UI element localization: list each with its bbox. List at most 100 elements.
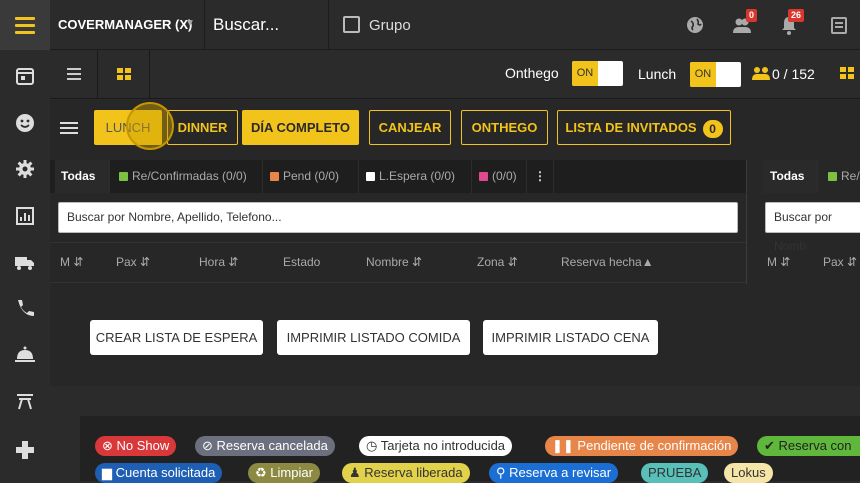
col-pax[interactable]: Pax ⇵: [116, 255, 150, 269]
divider: [328, 0, 329, 50]
x-circle-icon: ⊗: [102, 438, 113, 453]
global-search-input[interactable]: Buscar...: [213, 15, 279, 35]
status-color-swatch: [828, 172, 837, 181]
clock-icon: ◷: [366, 438, 378, 453]
list-view-button[interactable]: [50, 50, 98, 99]
col-label: M: [767, 255, 777, 269]
full-day-button[interactable]: DÍA COMPLETO: [242, 110, 359, 145]
create-waitlist-button[interactable]: CREAR LISTA DE ESPERA: [90, 320, 263, 355]
calendar-icon[interactable]: [14, 65, 36, 87]
col-zona[interactable]: Zona ⇵: [477, 255, 518, 269]
tab-label: L.Espera (0/0): [379, 169, 456, 183]
table-icon[interactable]: [14, 390, 36, 412]
legend-clean: ♻ Limpiar: [248, 463, 320, 483]
legend-label: Tarjeta no introducida: [380, 438, 506, 453]
users-badge: 0: [746, 9, 758, 22]
col-hora[interactable]: Hora ⇵: [199, 255, 238, 269]
guest-list-count: 0: [702, 119, 723, 138]
redeem-button[interactable]: CANJEAR: [369, 110, 451, 145]
tab-pending[interactable]: Pend (0/0): [264, 160, 359, 193]
reservation-search-input[interactable]: Buscar por Nombre, Apellido, Telefono...: [58, 202, 738, 233]
tab-all[interactable]: Todas: [55, 160, 110, 193]
col-label: Pax: [823, 255, 844, 269]
guest-list-button[interactable]: LISTA DE INVITADOS 0: [557, 110, 731, 145]
tab-other[interactable]: (0/0): [473, 160, 527, 193]
calendar-list-icon[interactable]: [828, 13, 852, 37]
status-color-swatch: [270, 172, 279, 181]
legend-bill-requested: ▆ Cuenta solicitada: [95, 463, 223, 483]
legend-released: ♟ Reserva liberada: [342, 463, 470, 483]
toggle-on-label: ON: [572, 61, 598, 86]
gear-icon[interactable]: [14, 158, 36, 180]
print-dinner-list-button[interactable]: IMPRIMIR LISTADO CENA: [483, 320, 658, 355]
capacity-count: 0 / 152: [772, 66, 815, 82]
print-lunch-list-button[interactable]: IMPRIMIR LISTADO COMIDA: [277, 320, 470, 355]
globe-icon[interactable]: [683, 13, 707, 37]
col-reserva-hecha[interactable]: Reserva hecha▲: [561, 255, 654, 269]
onthego-toggle[interactable]: ON: [572, 61, 623, 86]
grid-icon[interactable]: [840, 67, 854, 80]
reservation-search-input-right[interactable]: Buscar por Nomb: [765, 202, 860, 253]
lunch-label: Lunch: [638, 66, 677, 82]
divider: [204, 0, 205, 50]
receipt-icon: ▆: [102, 465, 112, 480]
tab-all-right[interactable]: Todas: [762, 160, 818, 193]
phone-icon[interactable]: [14, 297, 36, 319]
legend-prueba: PRUEBA: [641, 463, 709, 483]
col-estado[interactable]: Estado: [283, 255, 320, 269]
tab-confirmed-right[interactable]: Re/: [822, 160, 860, 193]
bar-chart-icon[interactable]: [14, 205, 36, 227]
dinner-button[interactable]: DINNER: [167, 110, 238, 145]
chevron-down-icon[interactable]: ▼: [185, 18, 195, 29]
recycle-icon: ♻: [255, 465, 267, 480]
person-icon: ♟: [349, 465, 361, 480]
legend-no-show: ⊗ No Show: [95, 436, 177, 456]
legend-cancelled: ⊘ Reserva cancelada: [195, 436, 335, 456]
col-label: M: [60, 255, 70, 269]
legend-confirmed: ✔ Reserva con: [757, 436, 860, 456]
grupo-checkbox[interactable]: [343, 16, 360, 33]
tab-waitlist[interactable]: L.Espera (0/0): [360, 160, 472, 193]
col-nombre[interactable]: Nombre ⇵: [366, 255, 422, 269]
hamburger-line: [15, 24, 35, 27]
check-icon: ✔: [764, 438, 775, 453]
onthego-button[interactable]: ONTHEGO: [461, 110, 548, 145]
pause-icon: ❚❚: [552, 438, 574, 453]
status-color-swatch: [119, 172, 128, 181]
column-divider: [746, 160, 747, 284]
status-color-swatch: [479, 172, 488, 181]
col-label: Pax: [116, 255, 137, 269]
tab-label: Re/Confirmadas (0/0): [132, 169, 247, 183]
hamburger-line: [15, 31, 35, 34]
legend-label: Pendiente de confirmación: [577, 438, 732, 453]
tab-label: Pend (0/0): [283, 169, 340, 183]
tab-label: Re/: [841, 169, 860, 183]
legend-label: Reserva cancelada: [216, 438, 328, 453]
col-m-right[interactable]: M ⇵: [767, 255, 790, 269]
tab-confirmed[interactable]: Re/Confirmadas (0/0): [113, 160, 263, 193]
truck-icon[interactable]: [14, 251, 36, 273]
col-pax-right[interactable]: Pax ⇵: [823, 255, 857, 269]
col-label: Zona: [477, 255, 505, 269]
legend-label: Cuenta solicitada: [115, 465, 216, 480]
lunch-toggle[interactable]: ON: [690, 62, 741, 87]
bell-badge: 26: [788, 9, 805, 22]
restaurant-selector[interactable]: COVERMANAGER (X): [58, 17, 192, 32]
smile-icon[interactable]: [14, 112, 36, 134]
gamepad-icon[interactable]: [14, 438, 36, 460]
toggle-on-label: ON: [690, 62, 716, 87]
cloche-icon[interactable]: [14, 343, 36, 365]
grid-icon: [117, 68, 131, 80]
menu-icon[interactable]: [60, 118, 82, 138]
list-icon: [67, 68, 81, 80]
guest-list-label: LISTA DE INVITADOS: [565, 120, 697, 135]
legend-label: Limpiar: [270, 465, 313, 480]
grid-view-button[interactable]: [98, 50, 150, 99]
more-options-icon[interactable]: ⋮: [528, 160, 554, 193]
col-m[interactable]: M ⇵: [60, 255, 83, 269]
legend-label: No Show: [116, 438, 170, 453]
main-menu-button[interactable]: [0, 0, 50, 50]
ban-icon: ⊘: [202, 438, 213, 453]
legend-review: ⚲ Reserva a revisar: [489, 463, 619, 483]
cursor-highlight: [126, 102, 174, 150]
